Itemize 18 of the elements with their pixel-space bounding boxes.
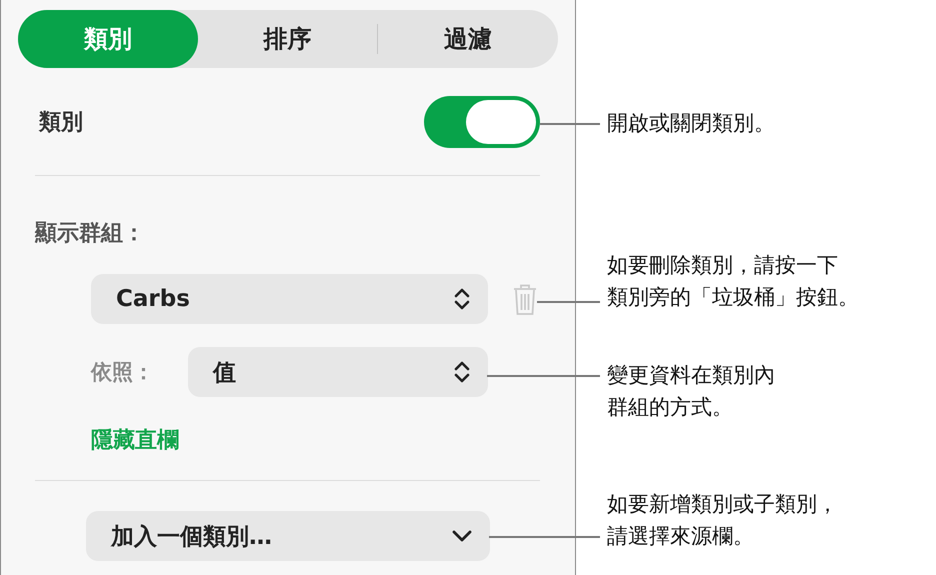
callout-text: 變更資料在類別內 群組的方式。 [607,362,775,421]
updown-chevron-icon [454,360,470,384]
toggle-label: 類別 [39,109,83,137]
group-by-select[interactable]: 值 [188,347,488,397]
updown-chevron-icon [454,287,470,311]
tab[interactable]: 排序 [198,10,378,68]
field-label: 依照： [91,359,155,386]
tab[interactable]: 過濾 [378,10,558,68]
callout-text: 開啟或關閉類別。 [607,110,775,137]
callout-text: 如要刪除類別，請按一下 類別旁的「垃圾桶」按鈕。 [607,252,859,311]
leader-line [540,123,600,125]
add-category-select[interactable]: 加入一個類別… [86,511,490,561]
group-select[interactable]: Carbs [91,274,488,324]
toggle-switch[interactable] [424,96,540,148]
callout-text: 如要新增類別或子類別， 請選擇來源欄。 [607,491,838,550]
leader-line [537,301,600,303]
section-heading: 顯示群組： [35,220,146,248]
chevron-down-icon [452,530,472,542]
